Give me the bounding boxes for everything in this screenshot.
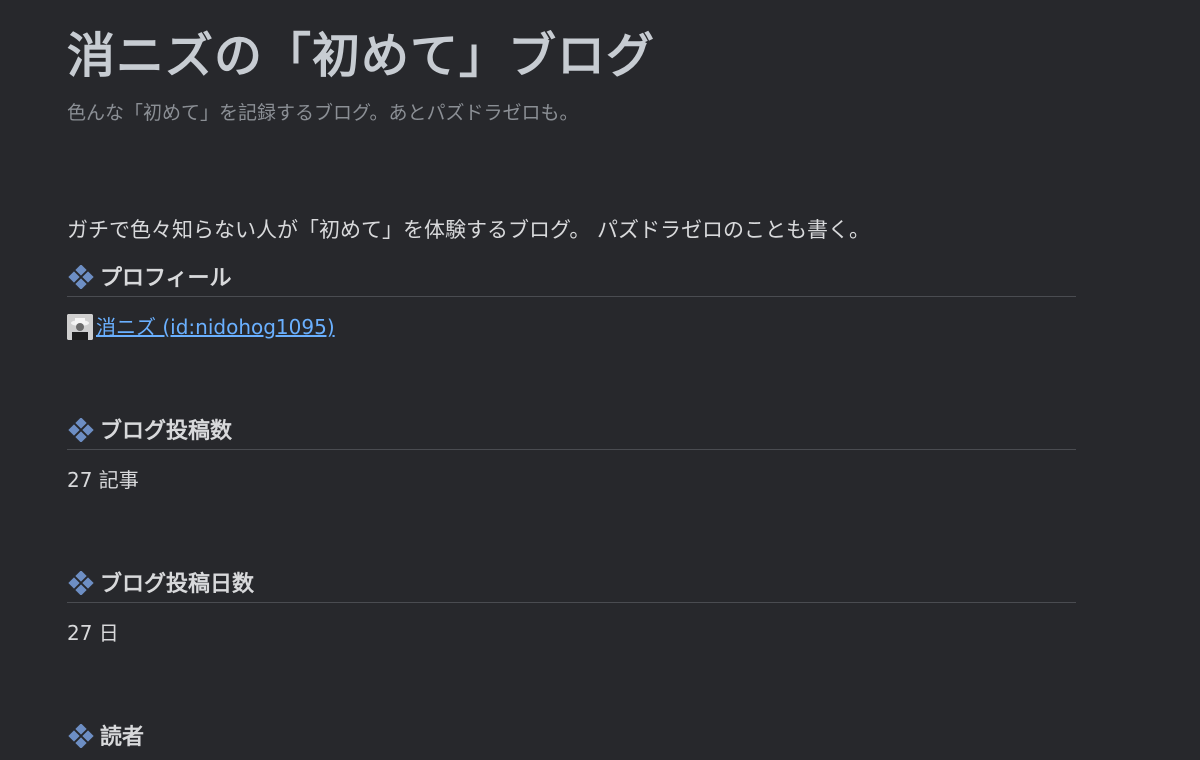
profile-row: 消ニズ (id:nidohog1095) [67, 311, 1076, 340]
diamond-dots-icon [68, 570, 94, 595]
section-readers: 読者 [67, 714, 1076, 756]
diamond-dots-icon [68, 724, 94, 748]
post-count-value: 27 記事 [67, 468, 139, 492]
section-post-count: ブログ投稿数 27 記事 [67, 408, 1076, 493]
profile-link[interactable]: 消ニズ (id:nidohog1095) [96, 315, 335, 339]
blog-title[interactable]: 消ニズの「初めて」ブログ [67, 28, 655, 86]
blog-about-page: 消ニズの「初めて」ブログ 色んな「初めて」を記録するブログ。あとパズドラゼロも。… [0, 0, 1200, 760]
blog-subtitle: 色んな「初めて」を記録するブログ。あとパズドラゼロも。 [67, 102, 579, 124]
diamond-dots-icon [68, 417, 94, 442]
section-heading-post-count: ブログ投稿数 [67, 408, 1076, 450]
section-post-days: ブログ投稿日数 27 日 [67, 561, 1076, 646]
user-avatar-icon[interactable] [67, 314, 93, 340]
post-days-value: 27 日 [67, 621, 119, 645]
blog-description: ガチで色々知らない人が「初めて」を体験するブログ。 パズドラゼロのことも書く。 [67, 218, 870, 242]
section-heading-label: ブログ投稿日数 [100, 571, 255, 597]
diamond-dots-icon [68, 264, 94, 289]
section-heading-label: ブログ投稿数 [100, 418, 233, 444]
section-heading-label: 読者 [100, 725, 145, 750]
section-heading-profile: プロフィール [67, 255, 1076, 297]
section-heading-post-days: ブログ投稿日数 [67, 561, 1076, 603]
section-heading-readers: 読者 [67, 714, 1076, 756]
section-profile: プロフィール 消ニズ (id:nidohog1095) [67, 255, 1076, 340]
section-heading-label: プロフィール [100, 265, 232, 291]
